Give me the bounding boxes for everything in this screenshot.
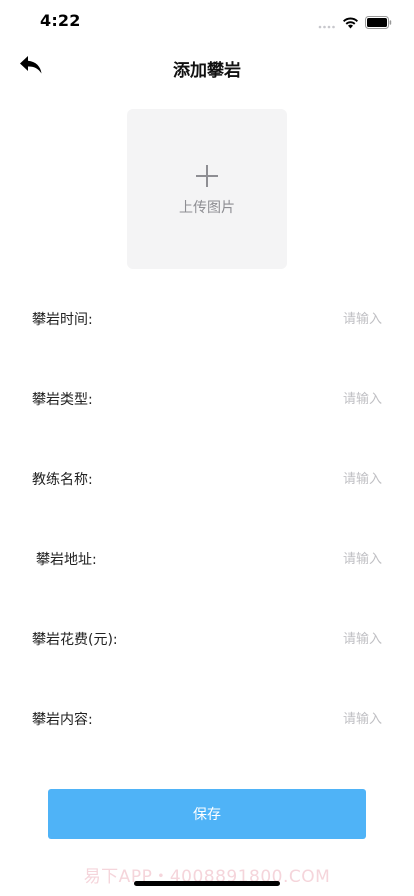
- upload-image-label: 上传图片: [179, 200, 235, 216]
- field-label-climb-content: 攀岩内容:: [32, 712, 93, 728]
- cellular-signal-icon: [318, 14, 336, 33]
- status-bar: 4:22: [0, 0, 414, 44]
- climb-content-input[interactable]: [182, 705, 382, 733]
- upload-image-button[interactable]: 上传图片: [127, 109, 287, 269]
- field-label-climb-cost: 攀岩花费(元):: [32, 632, 118, 648]
- status-time: 4:22: [40, 11, 81, 30]
- status-indicators: [318, 14, 392, 33]
- form-row-climb-address: 攀岩地址:: [0, 539, 414, 579]
- field-label-climb-type: 攀岩类型:: [32, 392, 93, 408]
- field-label-climb-time: 攀岩时间:: [32, 312, 93, 328]
- climb-type-input[interactable]: [182, 385, 382, 413]
- wifi-icon: [342, 14, 359, 33]
- battery-icon: [365, 14, 392, 33]
- climb-time-input[interactable]: [182, 305, 382, 333]
- home-indicator[interactable]: [134, 881, 280, 886]
- plus-icon: [196, 165, 218, 187]
- form-row-climb-content: 攀岩内容:: [0, 699, 414, 739]
- climb-address-input[interactable]: [182, 545, 382, 573]
- climb-cost-input[interactable]: [182, 625, 382, 653]
- form-row-coach-name: 教练名称:: [0, 459, 414, 499]
- nav-bar: 添加攀岩: [0, 44, 414, 90]
- field-label-coach-name: 教练名称:: [32, 472, 93, 488]
- page-title: 添加攀岩: [173, 61, 241, 81]
- coach-name-input[interactable]: [182, 465, 382, 493]
- form-row-climb-type: 攀岩类型:: [0, 379, 414, 419]
- field-label-climb-address: 攀岩地址:: [36, 552, 97, 568]
- save-button[interactable]: 保存: [48, 789, 366, 839]
- form-row-climb-cost: 攀岩花费(元):: [0, 619, 414, 659]
- form-row-climb-time: 攀岩时间:: [0, 299, 414, 339]
- screen: 4:22 添加攀岩 上传图片 攀岩时间: 请输入 攀岩类型: 请输入 教练名称:…: [0, 0, 414, 896]
